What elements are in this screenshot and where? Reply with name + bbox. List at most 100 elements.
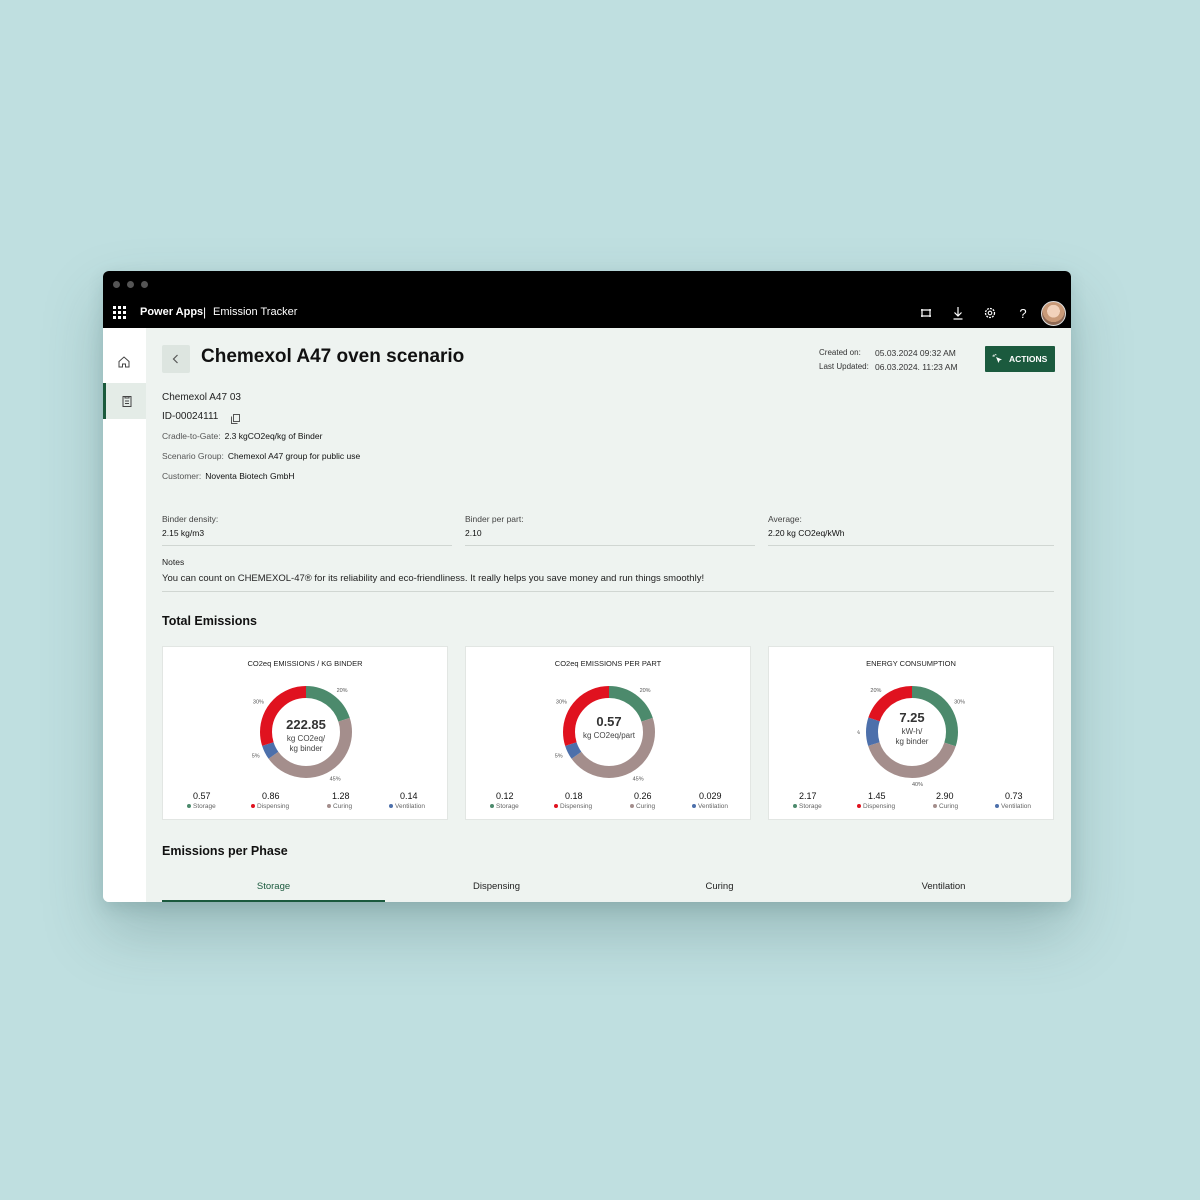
gear-icon[interactable] [982,305,998,321]
chart-card-emissions-per-part: CO2eq EMISSIONS PER PART 20% 45% 5% 30% 0.5… [465,646,751,820]
field-value: 2.10 [465,528,482,538]
notes-label: Notes [162,557,185,567]
field-value: Chemexol A47 group for public use [227,451,361,461]
updated-value: 06.03.2024. 11:23 AM [875,362,958,372]
tab-ventilation[interactable]: Ventilation [832,881,1055,902]
field-label: Binder density: [162,514,219,524]
download-icon[interactable] [950,305,966,321]
legend-label-curing: Curing [933,803,958,810]
legend-label-curing: Curing [327,803,352,810]
created-value: 05.03.2024 09:32 AM [875,348,956,358]
chart-center-unit-line: kg binder [289,744,323,753]
field-value: 2.15 kg/m3 [162,528,205,538]
legend-label-text: Storage [193,803,216,810]
legend-label-text: Curing [939,803,959,810]
legend-label-storage: Storage [187,803,216,810]
app-separator: | [203,305,207,319]
legend-label-storage: Storage [793,803,822,810]
left-nav [103,328,146,902]
field-label: Binder per part: [465,514,524,524]
legend-label-ventilation: Ventilation [692,803,728,810]
emissions-per-phase-title: Emissions per Phase [162,844,288,858]
page-title: Chemexol A47 oven scenario [201,346,465,367]
legend-label-text: Dispensing [257,803,290,810]
legend-value-storage: 0.12 [496,791,514,801]
legend-value-curing: 0.26 [634,791,652,801]
cursor-click-icon [992,353,1002,363]
nav-home[interactable] [103,344,146,380]
field-label: Cradle-to-Gate: [162,431,221,441]
field-label: Average: [768,514,802,524]
legend-value-ventilation: 0.029 [699,791,722,801]
legend-label-text: Curing [636,803,656,810]
svg-text:?: ? [1019,306,1026,321]
field-value: Noventa Biotech GmbH [205,471,295,481]
legend-label-text: Dispensing [560,803,593,810]
donut-percent-label: 45% [633,776,644,782]
chart-center-unit-line: kg CO2eq/ [286,734,326,743]
legend-label-dispensing: Dispensing [251,803,289,810]
field-value: 2.3 kgCO2eq/kg of Binder [224,431,323,441]
field-label: Scenario Group: [162,451,224,461]
fit-screen-icon[interactable] [918,305,934,321]
window-titlebar [103,271,1071,298]
legend-label-ventilation: Ventilation [995,803,1031,810]
donut-percent-label: 45% [330,776,341,782]
tab-dispensing[interactable]: Dispensing [385,881,608,902]
legend-label-dispensing: Dispensing [857,803,895,810]
legend-value-dispensing: 1.45 [868,791,886,801]
donut-percent-label: 20% [337,688,348,694]
chart-center-unit-line: kg binder [895,737,929,746]
legend-value-dispensing: 0.18 [565,791,583,801]
chart-card-energy-consumption: ENERGY CONSUMPTION 30%40%10%20% 7.25 kW-… [768,646,1054,820]
window-close-dot[interactable] [113,281,120,288]
field-value: 2.20 kg CO2eq/kWh [768,528,845,538]
actions-label: ACTIONS [1009,354,1048,364]
actions-button[interactable]: ACTIONS [985,346,1055,372]
help-icon[interactable]: ? [1015,305,1031,321]
updated-label: Last Updated: [819,362,869,371]
window-maximize-dot[interactable] [141,281,148,288]
notes-value: You can count on CHEMEXOL-47® for its re… [162,573,705,584]
chart-card-emissions-per-kg: CO2eq EMISSIONS / KG BINDER 20% 45% 5% 30% … [162,646,448,820]
window-minimize-dot[interactable] [127,281,134,288]
legend-value-curing: 1.28 [332,791,350,801]
legend-value-dispensing: 0.86 [262,791,280,801]
field-label: Customer: [162,471,202,481]
notes-field[interactable]: Notes You can count on CHEMEXOL-47® for … [162,557,1054,592]
binder-density-field[interactable]: Binder density: 2.15 kg/m3 [162,514,452,546]
copy-icon[interactable] [231,411,240,429]
binder-per-part-field[interactable]: Binder per part: 2.10 [465,514,755,546]
legend-value-storage: 0.57 [193,791,211,801]
cradle-to-gate-field: Cradle-to-Gate: 2.3 kgCO2eq/kg of Binder [162,431,322,441]
chart-title: CO2eq EMISSIONS / KG BINDER [247,659,363,668]
created-label: Created on: [819,348,861,357]
app-window: Power Apps | Emission Tracker ? Chemexol… [103,271,1071,902]
main-content: Chemexol A47 oven scenario Created on: 0… [146,328,1071,902]
record-name: Chemexol A47 03 [162,392,241,403]
tab-storage[interactable]: Storage [162,881,385,902]
average-field[interactable]: Average: 2.20 kg CO2eq/kWh [768,514,1054,546]
home-icon [118,356,130,368]
legend-label-text: Curing [333,803,353,810]
legend-label-ventilation: Ventilation [389,803,425,810]
legend-value-ventilation: 0.73 [1005,791,1023,801]
legend-label-text: Storage [496,803,519,810]
donut-percent-label: 30% [954,699,965,705]
chart-title: ENERGY CONSUMPTION [866,659,956,668]
chart-center-value: 0.57 [596,714,622,729]
donut-percent-label: 20% [640,688,651,694]
user-avatar[interactable] [1041,301,1066,326]
legend-value-storage: 2.17 [799,791,817,801]
app-launcher-icon[interactable] [113,306,126,319]
legend-value-curing: 2.90 [936,791,954,801]
legend-label-text: Ventilation [698,803,728,810]
app-name: Emission Tracker [213,306,298,318]
chart-center-unit-line: kW-h/ [901,727,923,736]
back-button[interactable] [162,345,190,373]
nav-scenarios[interactable] [103,383,146,419]
tab-curing[interactable]: Curing [608,881,831,902]
chart-center-value: 222.85 [286,717,326,732]
legend-label-curing: Curing [630,803,655,810]
donut-percent-label: 30% [556,699,567,705]
